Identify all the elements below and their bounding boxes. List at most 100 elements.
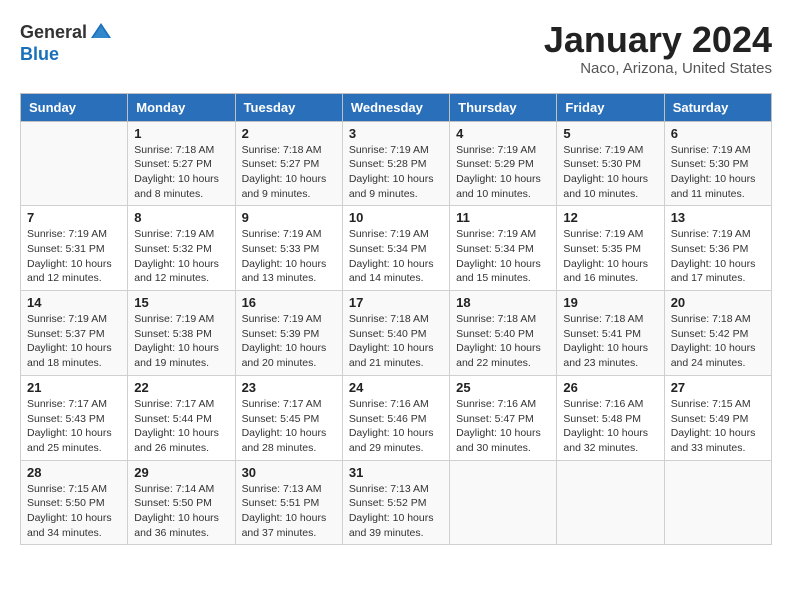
- day-info: Sunrise: 7:19 AMSunset: 5:39 PMDaylight:…: [242, 312, 336, 371]
- day-info: Sunrise: 7:15 AMSunset: 5:49 PMDaylight:…: [671, 397, 765, 456]
- day-info: Sunrise: 7:18 AMSunset: 5:42 PMDaylight:…: [671, 312, 765, 371]
- calendar-header-monday: Monday: [128, 93, 235, 121]
- day-info: Sunrise: 7:19 AMSunset: 5:34 PMDaylight:…: [349, 227, 443, 286]
- day-number: 7: [27, 210, 121, 225]
- day-info: Sunrise: 7:19 AMSunset: 5:37 PMDaylight:…: [27, 312, 121, 371]
- calendar-cell-w1-d6: 13 Sunrise: 7:19 AMSunset: 5:36 PMDayligh…: [664, 206, 771, 291]
- day-info: Sunrise: 7:19 AMSunset: 5:29 PMDaylight:…: [456, 143, 550, 202]
- calendar-cell-w2-d2: 16 Sunrise: 7:19 AMSunset: 5:39 PMDayligh…: [235, 291, 342, 376]
- day-number: 13: [671, 210, 765, 225]
- calendar-cell-w4-d1: 29 Sunrise: 7:14 AMSunset: 5:50 PMDayligh…: [128, 460, 235, 545]
- calendar-header-tuesday: Tuesday: [235, 93, 342, 121]
- day-number: 2: [242, 126, 336, 141]
- day-info: Sunrise: 7:15 AMSunset: 5:50 PMDaylight:…: [27, 482, 121, 541]
- day-info: Sunrise: 7:19 AMSunset: 5:32 PMDaylight:…: [134, 227, 228, 286]
- day-number: 8: [134, 210, 228, 225]
- logo-icon: [89, 20, 113, 44]
- logo-blue: Blue: [20, 44, 59, 64]
- day-info: Sunrise: 7:14 AMSunset: 5:50 PMDaylight:…: [134, 482, 228, 541]
- calendar-cell-w2-d3: 17Sunrise: 7:18 AMSunset: 5:40 PMDayligh…: [342, 291, 449, 376]
- day-info: Sunrise: 7:16 AMSunset: 5:47 PMDaylight:…: [456, 397, 550, 456]
- calendar-body: 1 Sunrise: 7:18 AMSunset: 5:27 PMDaylight…: [21, 121, 772, 545]
- day-number: 31: [349, 465, 443, 480]
- calendar-cell-w2-d1: 15Sunrise: 7:19 AMSunset: 5:38 PMDayligh…: [128, 291, 235, 376]
- calendar-header-friday: Friday: [557, 93, 664, 121]
- day-number: 17: [349, 295, 443, 310]
- calendar-cell-w0-d6: 6Sunrise: 7:19 AMSunset: 5:30 PMDaylight…: [664, 121, 771, 206]
- day-info: Sunrise: 7:17 AMSunset: 5:43 PMDaylight:…: [27, 397, 121, 456]
- day-number: 23: [242, 380, 336, 395]
- calendar-week-3: 21 Sunrise: 7:17 AMSunset: 5:43 PMDayligh…: [21, 375, 772, 460]
- day-number: 29: [134, 465, 228, 480]
- calendar-week-1: 7 Sunrise: 7:19 AMSunset: 5:31 PMDaylight…: [21, 206, 772, 291]
- day-info: Sunrise: 7:19 AMSunset: 5:31 PMDaylight:…: [27, 227, 121, 286]
- day-number: 25: [456, 380, 550, 395]
- day-info: Sunrise: 7:18 AMSunset: 5:27 PMDaylight:…: [134, 143, 228, 202]
- calendar-cell-w3-d4: 25 Sunrise: 7:16 AMSunset: 5:47 PMDayligh…: [450, 375, 557, 460]
- calendar: SundayMondayTuesdayWednesdayThursdayFrid…: [20, 93, 772, 546]
- day-number: 22: [134, 380, 228, 395]
- calendar-cell-w4-d3: 31 Sunrise: 7:13 AMSunset: 5:52 PMDayligh…: [342, 460, 449, 545]
- day-info: Sunrise: 7:16 AMSunset: 5:46 PMDaylight:…: [349, 397, 443, 456]
- calendar-cell-w2-d4: 18 Sunrise: 7:18 AMSunset: 5:40 PMDayligh…: [450, 291, 557, 376]
- calendar-header-saturday: Saturday: [664, 93, 771, 121]
- day-info: Sunrise: 7:18 AMSunset: 5:41 PMDaylight:…: [563, 312, 657, 371]
- day-number: 1: [134, 126, 228, 141]
- calendar-week-4: 28 Sunrise: 7:15 AMSunset: 5:50 PMDayligh…: [21, 460, 772, 545]
- calendar-header-wednesday: Wednesday: [342, 93, 449, 121]
- calendar-cell-w4-d2: 30 Sunrise: 7:13 AMSunset: 5:51 PMDayligh…: [235, 460, 342, 545]
- day-info: Sunrise: 7:18 AMSunset: 5:40 PMDaylight:…: [456, 312, 550, 371]
- page-header: General Blue January 2024 Naco, Arizona,…: [20, 20, 772, 77]
- day-number: 24: [349, 380, 443, 395]
- calendar-week-2: 14 Sunrise: 7:19 AMSunset: 5:37 PMDayligh…: [21, 291, 772, 376]
- location: Naco, Arizona, United States: [544, 60, 772, 77]
- day-info: Sunrise: 7:17 AMSunset: 5:45 PMDaylight:…: [242, 397, 336, 456]
- day-number: 14: [27, 295, 121, 310]
- calendar-cell-w2-d5: 19Sunrise: 7:18 AMSunset: 5:41 PMDayligh…: [557, 291, 664, 376]
- calendar-header-sunday: Sunday: [21, 93, 128, 121]
- calendar-cell-w4-d0: 28 Sunrise: 7:15 AMSunset: 5:50 PMDayligh…: [21, 460, 128, 545]
- day-info: Sunrise: 7:18 AMSunset: 5:27 PMDaylight:…: [242, 143, 336, 202]
- calendar-cell-w3-d2: 23 Sunrise: 7:17 AMSunset: 5:45 PMDayligh…: [235, 375, 342, 460]
- month-title: January 2024: [544, 20, 772, 60]
- calendar-cell-w1-d0: 7 Sunrise: 7:19 AMSunset: 5:31 PMDaylight…: [21, 206, 128, 291]
- calendar-cell-w3-d6: 27 Sunrise: 7:15 AMSunset: 5:49 PMDayligh…: [664, 375, 771, 460]
- calendar-cell-w4-d4: [450, 460, 557, 545]
- day-info: Sunrise: 7:16 AMSunset: 5:48 PMDaylight:…: [563, 397, 657, 456]
- day-number: 18: [456, 295, 550, 310]
- day-number: 10: [349, 210, 443, 225]
- calendar-cell-w1-d4: 11Sunrise: 7:19 AMSunset: 5:34 PMDayligh…: [450, 206, 557, 291]
- day-info: Sunrise: 7:13 AMSunset: 5:51 PMDaylight:…: [242, 482, 336, 541]
- logo-general: General: [20, 22, 87, 43]
- day-number: 15: [134, 295, 228, 310]
- day-number: 11: [456, 210, 550, 225]
- day-info: Sunrise: 7:13 AMSunset: 5:52 PMDaylight:…: [349, 482, 443, 541]
- calendar-cell-w0-d5: 5Sunrise: 7:19 AMSunset: 5:30 PMDaylight…: [557, 121, 664, 206]
- day-info: Sunrise: 7:19 AMSunset: 5:33 PMDaylight:…: [242, 227, 336, 286]
- day-number: 16: [242, 295, 336, 310]
- day-info: Sunrise: 7:19 AMSunset: 5:36 PMDaylight:…: [671, 227, 765, 286]
- calendar-cell-w2-d6: 20Sunrise: 7:18 AMSunset: 5:42 PMDayligh…: [664, 291, 771, 376]
- calendar-cell-w0-d0: [21, 121, 128, 206]
- calendar-week-0: 1 Sunrise: 7:18 AMSunset: 5:27 PMDaylight…: [21, 121, 772, 206]
- day-number: 3: [349, 126, 443, 141]
- day-info: Sunrise: 7:19 AMSunset: 5:35 PMDaylight:…: [563, 227, 657, 286]
- day-number: 30: [242, 465, 336, 480]
- calendar-cell-w0-d4: 4Sunrise: 7:19 AMSunset: 5:29 PMDaylight…: [450, 121, 557, 206]
- day-number: 26: [563, 380, 657, 395]
- day-number: 21: [27, 380, 121, 395]
- day-info: Sunrise: 7:19 AMSunset: 5:30 PMDaylight:…: [563, 143, 657, 202]
- calendar-cell-w1-d2: 9Sunrise: 7:19 AMSunset: 5:33 PMDaylight…: [235, 206, 342, 291]
- day-number: 27: [671, 380, 765, 395]
- calendar-cell-w3-d5: 26 Sunrise: 7:16 AMSunset: 5:48 PMDayligh…: [557, 375, 664, 460]
- day-number: 28: [27, 465, 121, 480]
- calendar-cell-w1-d1: 8 Sunrise: 7:19 AMSunset: 5:32 PMDaylight…: [128, 206, 235, 291]
- calendar-cell-w0-d2: 2 Sunrise: 7:18 AMSunset: 5:27 PMDaylight…: [235, 121, 342, 206]
- calendar-cell-w0-d3: 3Sunrise: 7:19 AMSunset: 5:28 PMDaylight…: [342, 121, 449, 206]
- day-info: Sunrise: 7:19 AMSunset: 5:30 PMDaylight:…: [671, 143, 765, 202]
- calendar-cell-w2-d0: 14 Sunrise: 7:19 AMSunset: 5:37 PMDayligh…: [21, 291, 128, 376]
- logo: General Blue: [20, 20, 113, 65]
- calendar-cell-w3-d0: 21 Sunrise: 7:17 AMSunset: 5:43 PMDayligh…: [21, 375, 128, 460]
- header-row: SundayMondayTuesdayWednesdayThursdayFrid…: [21, 93, 772, 121]
- calendar-cell-w4-d5: [557, 460, 664, 545]
